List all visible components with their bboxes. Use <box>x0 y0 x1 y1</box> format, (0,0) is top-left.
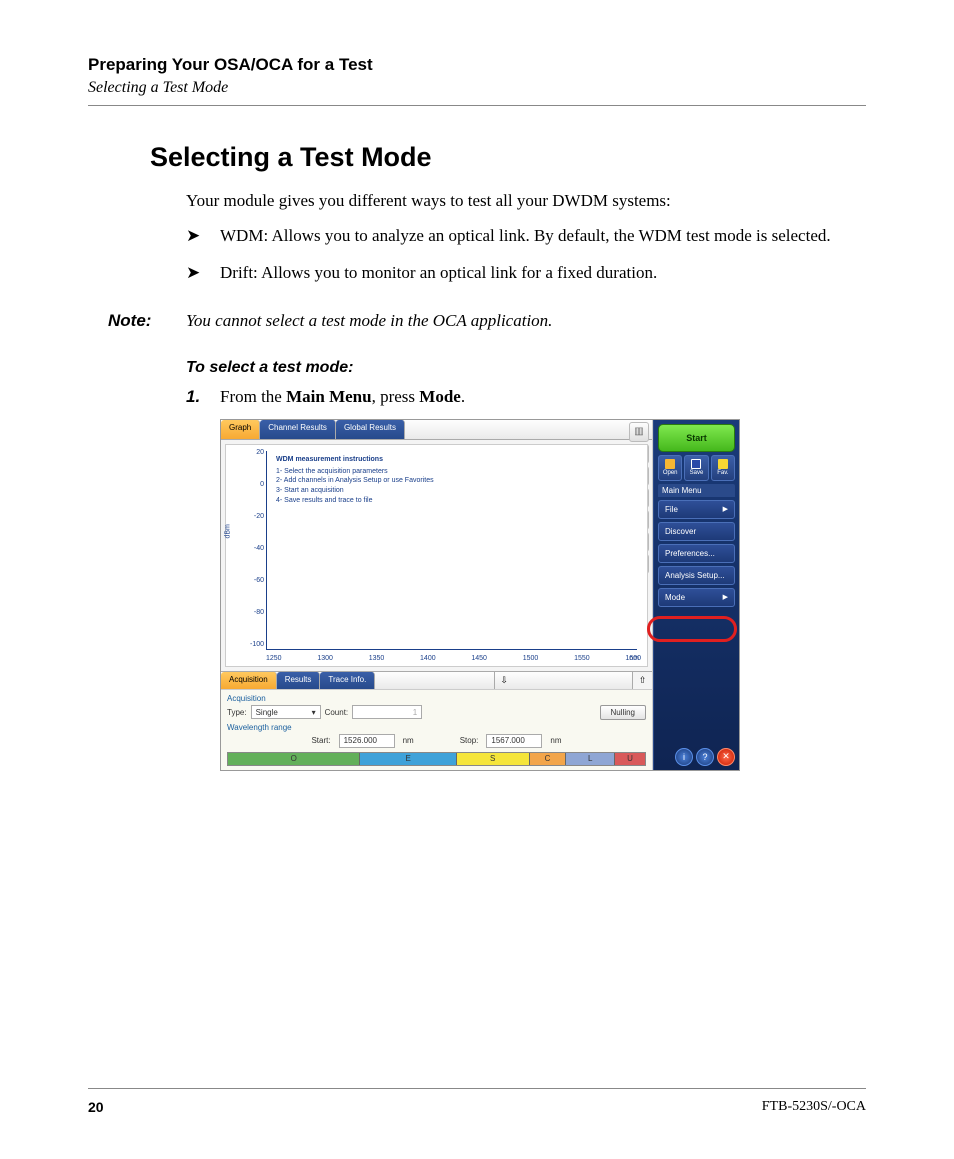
note-block: Note: You cannot select a test mode in t… <box>108 311 866 331</box>
acquisition-section-label: Acquisition <box>227 694 646 703</box>
start-button[interactable]: Start <box>658 424 735 452</box>
tool-marker-icon[interactable]: ▥ <box>629 422 649 442</box>
close-icon[interactable]: ✕ <box>717 748 735 766</box>
chapter-title: Preparing Your OSA/OCA for a Test <box>88 55 866 75</box>
stop-label: Stop: <box>460 736 479 745</box>
document-id: FTB-5230S/-OCA <box>762 1099 866 1115</box>
menu-mode[interactable]: Mode▶ <box>658 588 735 607</box>
wavelength-bands: O E S C L U <box>227 752 646 766</box>
count-field[interactable]: 1 <box>352 705 422 719</box>
instr-title: WDM measurement instructions <box>276 455 434 465</box>
start-field[interactable]: 1526.000 <box>339 734 395 748</box>
header-rule <box>88 105 866 106</box>
collapse-down-icon[interactable]: ⇩ <box>494 672 514 689</box>
tab-results[interactable]: Results <box>277 672 321 689</box>
acquisition-panel: Acquisition Type: Single▾ Count: 1 Nulli… <box>221 689 652 770</box>
arrow-right-icon: ▶ <box>723 505 728 513</box>
type-label: Type: <box>227 708 247 717</box>
footer-rule <box>88 1088 866 1089</box>
note-body: You cannot select a test mode in the OCA… <box>186 311 866 331</box>
band-e[interactable]: E <box>360 753 457 765</box>
step-text-post: . <box>461 387 465 406</box>
count-label: Count: <box>325 708 349 717</box>
start-unit: nm <box>403 736 414 745</box>
main-menu-header: Main Menu <box>658 484 735 497</box>
band-c[interactable]: C <box>530 753 567 765</box>
favorites-button[interactable]: Fav. <box>711 455 735 481</box>
page-title: Selecting a Test Mode <box>150 142 866 173</box>
open-button[interactable]: Open <box>658 455 682 481</box>
arrow-right-icon: ▶ <box>723 593 728 601</box>
save-button[interactable]: Save <box>684 455 708 481</box>
tab-global-results[interactable]: Global Results <box>336 420 405 439</box>
step-1: 1. From the Main Menu, press Mode. <box>186 387 866 407</box>
bullet-wdm: WDM: Allows you to analyze an optical li… <box>186 225 866 248</box>
graph-instructions: WDM measurement instructions 1- Select t… <box>276 455 434 506</box>
page-number: 20 <box>88 1099 104 1115</box>
page-footer: 20 FTB-5230S/-OCA <box>88 1099 866 1115</box>
right-sidebar: Start Open Save Fav. Main Menu File▶ Dis… <box>653 420 739 770</box>
menu-file[interactable]: File▶ <box>658 500 735 519</box>
procedure-heading: To select a test mode: <box>186 359 866 377</box>
step-text-pre: From the <box>220 387 286 406</box>
app-screenshot: ▥ ↖ ✋ ◰ 🔍 ⤢ ↺ Graph Channel Results Glob… <box>220 419 740 771</box>
band-u[interactable]: U <box>615 753 645 765</box>
quick-icons-row: Open Save Fav. <box>658 455 735 481</box>
menu-discover[interactable]: Discover <box>658 522 735 541</box>
x-ticks: 1250 1300 1350 1400 1450 1500 1550 1600 <box>266 655 641 662</box>
star-icon <box>718 459 728 469</box>
step-text-mid: , press <box>372 387 420 406</box>
stop-unit: nm <box>550 736 561 745</box>
graph-area: dBm 20 0 -20 -40 -60 -80 -100 WDM measur… <box>225 444 648 667</box>
y-ticks: 20 0 -20 -40 -60 -80 -100 <box>246 449 264 648</box>
bottom-tabs: Acquisition Results Trace Info. ⇩ ⇧ <box>221 671 652 689</box>
feature-bullets: WDM: Allows you to analyze an optical li… <box>186 225 866 285</box>
x-axis-unit: nm <box>629 655 639 662</box>
band-s[interactable]: S <box>457 753 530 765</box>
step-number: 1. <box>186 387 200 407</box>
app-main-area: Graph Channel Results Global Results dBm… <box>221 420 653 770</box>
note-label: Note: <box>108 311 186 331</box>
type-dropdown[interactable]: Single▾ <box>251 705 321 719</box>
folder-icon <box>665 459 675 469</box>
section-subtitle: Selecting a Test Mode <box>88 79 866 97</box>
chevron-down-icon: ▾ <box>312 708 316 717</box>
menu-analysis-setup[interactable]: Analysis Setup... <box>658 566 735 585</box>
step-bold-mode: Mode <box>419 387 461 406</box>
band-o[interactable]: O <box>228 753 360 765</box>
disk-icon <box>691 459 701 469</box>
procedure-steps: 1. From the Main Menu, press Mode. <box>186 387 866 407</box>
y-axis-label: dBm <box>225 524 232 538</box>
band-l[interactable]: L <box>566 753 615 765</box>
sidebar-footer-icons: i ? ✕ <box>658 748 735 766</box>
step-bold-mainmenu: Main Menu <box>286 387 371 406</box>
help-icon[interactable]: ? <box>696 748 714 766</box>
start-label: Start: <box>311 736 330 745</box>
tab-acquisition[interactable]: Acquisition <box>221 672 277 689</box>
tab-graph[interactable]: Graph <box>221 420 260 439</box>
stop-field[interactable]: 1567.000 <box>486 734 542 748</box>
nulling-button[interactable]: Nulling <box>600 705 646 720</box>
top-tabs: Graph Channel Results Global Results <box>221 420 652 440</box>
tab-channel-results[interactable]: Channel Results <box>260 420 336 439</box>
menu-preferences[interactable]: Preferences... <box>658 544 735 563</box>
wavelength-range-label: Wavelength range <box>227 723 646 732</box>
info-icon[interactable]: i <box>675 748 693 766</box>
tab-trace-info[interactable]: Trace Info. <box>320 672 375 689</box>
collapse-up-icon[interactable]: ⇧ <box>632 672 652 689</box>
bullet-drift: Drift: Allows you to monitor an optical … <box>186 262 866 285</box>
intro-paragraph: Your module gives you different ways to … <box>186 191 866 211</box>
